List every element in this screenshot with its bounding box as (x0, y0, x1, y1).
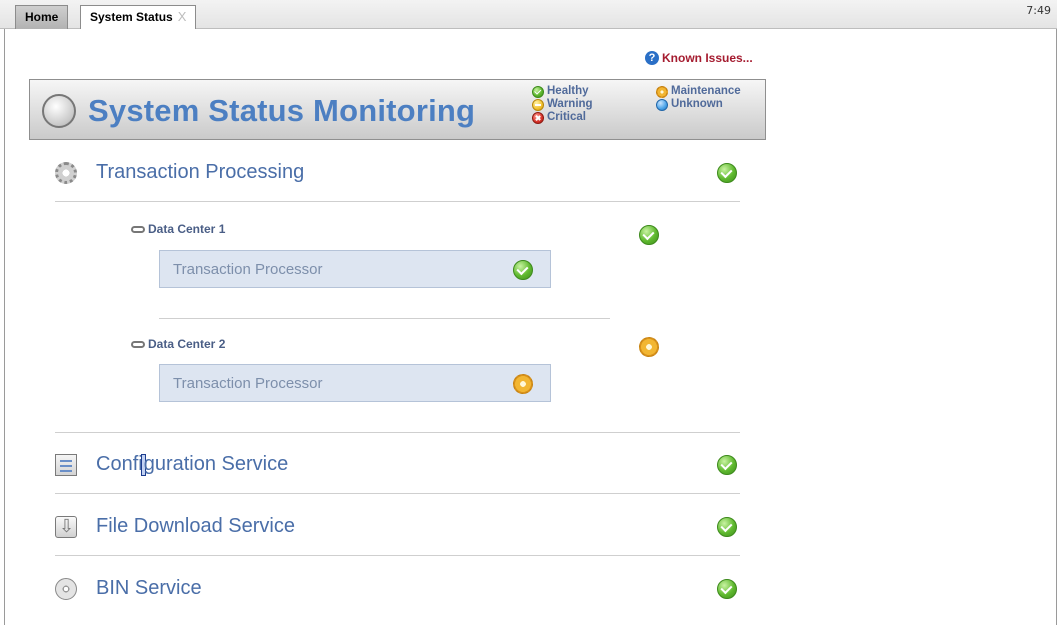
healthy-status-icon (639, 225, 659, 245)
service-label: Configuration Service (96, 453, 288, 476)
component-transaction-processor-dc2[interactable]: Transaction Processor (159, 364, 551, 402)
service-label: File Download Service (96, 515, 295, 537)
status-banner: System Status Monitoring Healthy Warning… (29, 79, 766, 140)
maintenance-status-icon (639, 337, 659, 357)
legend-item-warning: Warning (532, 98, 593, 111)
component-transaction-processor-dc1[interactable]: Transaction Processor (159, 250, 551, 288)
component-label: Transaction Processor (173, 375, 323, 392)
link-icon (131, 340, 145, 348)
tab-home[interactable]: Home (15, 5, 69, 29)
close-icon[interactable]: X (178, 9, 187, 24)
service-label: BIN Service (96, 577, 202, 599)
tab-home-label: Home (25, 10, 59, 24)
service-bin[interactable]: BIN Service (55, 562, 740, 618)
status-legend-left: Healthy Warning Critical (532, 85, 593, 124)
healthy-status-icon (717, 163, 737, 183)
question-icon: ? (645, 51, 659, 65)
healthy-icon (532, 85, 544, 98)
warning-icon (532, 98, 544, 111)
critical-icon (532, 111, 544, 124)
legend-label: Warning (547, 98, 593, 110)
divider (55, 432, 740, 433)
page-title: System Status Monitoring (88, 93, 476, 128)
divider (159, 318, 610, 319)
legend-item-critical: Critical (532, 111, 593, 124)
status-legend-right: Maintenance Unknown (656, 85, 741, 111)
service-label-part: guration Service (143, 453, 289, 475)
service-transaction-processing[interactable]: Transaction Processing (55, 146, 740, 202)
service-file-download[interactable]: File Download Service (55, 500, 740, 556)
healthy-status-icon (513, 260, 533, 280)
globe-icon (42, 94, 76, 128)
data-center-2[interactable]: Data Center 2 (131, 337, 225, 351)
legend-item-unknown: Unknown (656, 98, 741, 111)
data-center-label: Data Center 1 (148, 222, 226, 236)
tab-system-status-label: System Status (90, 10, 173, 24)
gear-icon (55, 162, 77, 184)
unknown-icon (656, 98, 668, 111)
disc-icon (55, 578, 77, 600)
legend-item-healthy: Healthy (532, 85, 593, 98)
healthy-status-icon (717, 579, 737, 599)
legend-item-maintenance: Maintenance (656, 85, 741, 98)
checklist-icon (55, 454, 77, 476)
clock: 7:49 (1026, 4, 1051, 17)
tab-system-status[interactable]: System Status X (80, 5, 197, 30)
service-label-part: Confi (96, 453, 143, 475)
tab-bar: Home System Status X 7:49 (0, 0, 1057, 30)
legend-label: Healthy (547, 85, 589, 97)
download-icon (55, 516, 77, 538)
known-issues-link[interactable]: ? Known Issues... (645, 51, 753, 65)
legend-label: Unknown (671, 98, 723, 110)
maintenance-icon (656, 85, 668, 98)
legend-label: Maintenance (671, 85, 741, 97)
known-issues-label: Known Issues... (662, 51, 753, 65)
healthy-status-icon (717, 455, 737, 475)
maintenance-status-icon (513, 374, 533, 394)
data-center-1[interactable]: Data Center 1 (131, 222, 225, 236)
service-label: Transaction Processing (96, 161, 305, 183)
component-label: Transaction Processor (173, 261, 323, 278)
data-center-label: Data Center 2 (148, 337, 226, 351)
link-icon (131, 225, 145, 233)
healthy-status-icon (717, 517, 737, 537)
service-configuration[interactable]: Configuration Service (55, 438, 740, 494)
legend-label: Critical (547, 111, 586, 123)
